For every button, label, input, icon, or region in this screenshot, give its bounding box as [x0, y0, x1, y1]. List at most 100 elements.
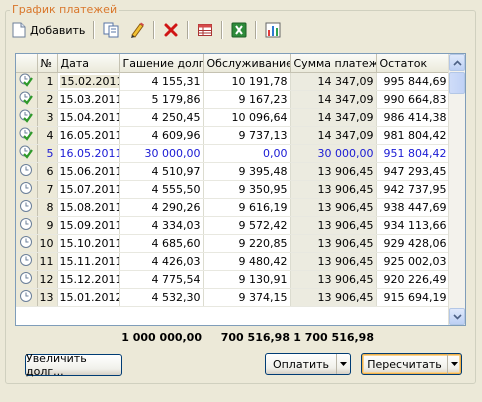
paid-check-icon [19, 73, 34, 90]
interest-cell: 9 737,13 [203, 126, 291, 145]
date-cell: 15.12.2011 [57, 270, 120, 289]
pending-clock-icon [19, 272, 33, 288]
table-row[interactable]: 7 15.07.2011 4 555,50 9 350,95 13 906,45 942 … [16, 180, 450, 199]
total-interest: 700 516,98 [220, 331, 290, 344]
payment-cell: 13 906,45 [290, 180, 377, 199]
row-number-cell: 13 [37, 288, 58, 307]
date-text: 15.11.2011 [59, 255, 119, 268]
triangle-down-icon [451, 362, 458, 366]
payment-cell: 14 347,09 [290, 126, 377, 145]
date-cell: 15.08.2011 [57, 198, 120, 217]
table-row[interactable]: 10 15.10.2011 4 685,60 9 220,85 13 906,45 929… [16, 234, 450, 253]
header-row: № Дата Гашение долга Обслуживание Сумма плат… [16, 54, 450, 73]
vertical-scrollbar[interactable] [448, 54, 465, 325]
status-cell [16, 198, 38, 217]
balance-col-header[interactable]: Остаток [376, 54, 450, 73]
balance-cell: 929 428,06 [376, 234, 450, 253]
date-text: 15.12.2011 [59, 273, 119, 286]
triangle-down-icon [340, 362, 347, 366]
status-col-header[interactable] [16, 54, 38, 73]
status-cell [16, 90, 38, 109]
chevron-down-icon [452, 313, 462, 320]
scroll-thumb[interactable] [449, 72, 465, 94]
date-text: 15.09.2011 [59, 219, 119, 232]
date-col-header[interactable]: Дата [57, 54, 120, 73]
interest-cell: 9 130,91 [203, 270, 291, 289]
status-cell [16, 162, 38, 181]
table-row[interactable]: 6 15.06.2011 4 510,97 9 395,48 13 906,45 947 … [16, 162, 450, 181]
pay-button[interactable]: Оплатить [265, 353, 351, 375]
table-row[interactable]: 8 15.08.2011 4 290,26 9 616,19 13 906,45 938 … [16, 198, 450, 217]
paid-check-icon [19, 127, 34, 144]
toolbar-separator [221, 21, 224, 39]
date-text: 16.05.2011 [59, 129, 119, 142]
table-row[interactable]: 9 15.09.2011 4 334,03 9 572,42 13 906,45 934 … [16, 216, 450, 235]
payment-grid[interactable]: № Дата Гашение долга Обслуживание Сумма плат… [15, 53, 466, 326]
status-cell [16, 252, 38, 271]
table-row[interactable]: 11 15.11.2011 4 426,03 9 480,42 13 906,45 925… [16, 252, 450, 271]
principal-cell: 4 290,26 [119, 198, 204, 217]
pending-clock-icon [19, 218, 33, 234]
date-text: 15.10.2011 [59, 237, 119, 250]
interest-cell: 9 572,42 [203, 216, 291, 235]
payment-cell: 14 347,09 [290, 108, 377, 127]
date-cell: 15.07.2011 [57, 180, 120, 199]
toolbar-separator [153, 21, 156, 39]
excel-icon [231, 22, 247, 38]
pay-dropdown-arrow[interactable] [336, 354, 350, 374]
table-row[interactable]: 13 15.01.2012 4 532,30 9 374,15 13 906,45 915… [16, 288, 450, 307]
payment-col-header[interactable]: Сумма платежа [290, 54, 377, 73]
table-row[interactable]: 1 15.02.2011 4 155,31 10 191,78 14 347,09 995… [16, 72, 450, 91]
date-text: 15.08.2011 [59, 201, 119, 214]
date-cell: 16.05.2011 [57, 126, 120, 145]
table-button[interactable] [194, 20, 216, 40]
table-icon [198, 24, 213, 36]
scroll-up-button[interactable] [449, 54, 465, 71]
interest-col-header[interactable]: Обслуживание [203, 54, 291, 73]
date-text: 15.02.2011 [59, 75, 118, 88]
increase-debt-button[interactable]: Увеличить долг... [25, 352, 122, 378]
date-text: 15.03.2011 [59, 93, 119, 106]
principal-cell: 4 155,31 [119, 72, 204, 91]
number-col-header[interactable]: № [37, 54, 58, 73]
payment-cell: 13 906,45 [290, 288, 377, 307]
principal-cell: 4 775,54 [119, 270, 204, 289]
balance-cell: 942 737,95 [376, 180, 450, 199]
principal-col-header[interactable]: Гашение долга [119, 54, 204, 73]
report-icon [265, 22, 281, 38]
edit-button[interactable] [126, 20, 148, 40]
interest-cell: 9 616,19 [203, 198, 291, 217]
excel-export-button[interactable] [228, 20, 250, 40]
pending-clock-icon [19, 236, 33, 252]
table-row[interactable]: 12 15.12.2011 4 775,54 9 130,91 13 906,45 920… [16, 270, 450, 289]
status-cell [16, 126, 38, 145]
table-row[interactable]: 4 16.05.2011 4 609,96 9 737,13 14 347,09 981 … [16, 126, 450, 145]
row-number-cell: 11 [37, 252, 58, 271]
table-row[interactable]: 2 15.03.2011 5 179,86 9 167,23 14 347,09 990 … [16, 90, 450, 109]
copy-button[interactable] [100, 20, 124, 40]
recalculate-button-label: Пересчитать [367, 357, 442, 371]
table-row[interactable]: 5 16.05.2011 30 000,00 0,00 30 000,00 951 804… [16, 144, 450, 163]
row-number-cell: 1 [37, 72, 58, 91]
principal-cell: 4 609,96 [119, 126, 204, 145]
table-row[interactable]: 3 15.04.2011 4 250,45 10 096,64 14 347,09 986… [16, 108, 450, 127]
add-button[interactable]: Добавить [9, 20, 88, 40]
payment-cell: 13 906,45 [290, 198, 377, 217]
delete-button[interactable] [160, 20, 182, 40]
status-cell [16, 288, 38, 307]
interest-cell: 10 191,78 [203, 72, 291, 91]
principal-cell: 4 334,03 [119, 216, 204, 235]
add-icon [12, 22, 26, 38]
status-cell [16, 72, 38, 91]
recalculate-button[interactable]: Пересчитать [361, 353, 462, 375]
scroll-down-button[interactable] [449, 308, 465, 325]
balance-cell: 915 694,19 [376, 288, 450, 307]
toolbar-separator [93, 21, 96, 39]
pay-button-label: Оплатить [272, 357, 330, 371]
recalculate-dropdown-arrow[interactable] [447, 354, 461, 374]
date-text: 16.05.2011 [59, 147, 119, 160]
date-text: 15.01.2012 [59, 291, 119, 304]
report-button[interactable] [262, 20, 284, 40]
row-number-cell: 3 [37, 108, 58, 127]
status-cell [16, 180, 38, 199]
